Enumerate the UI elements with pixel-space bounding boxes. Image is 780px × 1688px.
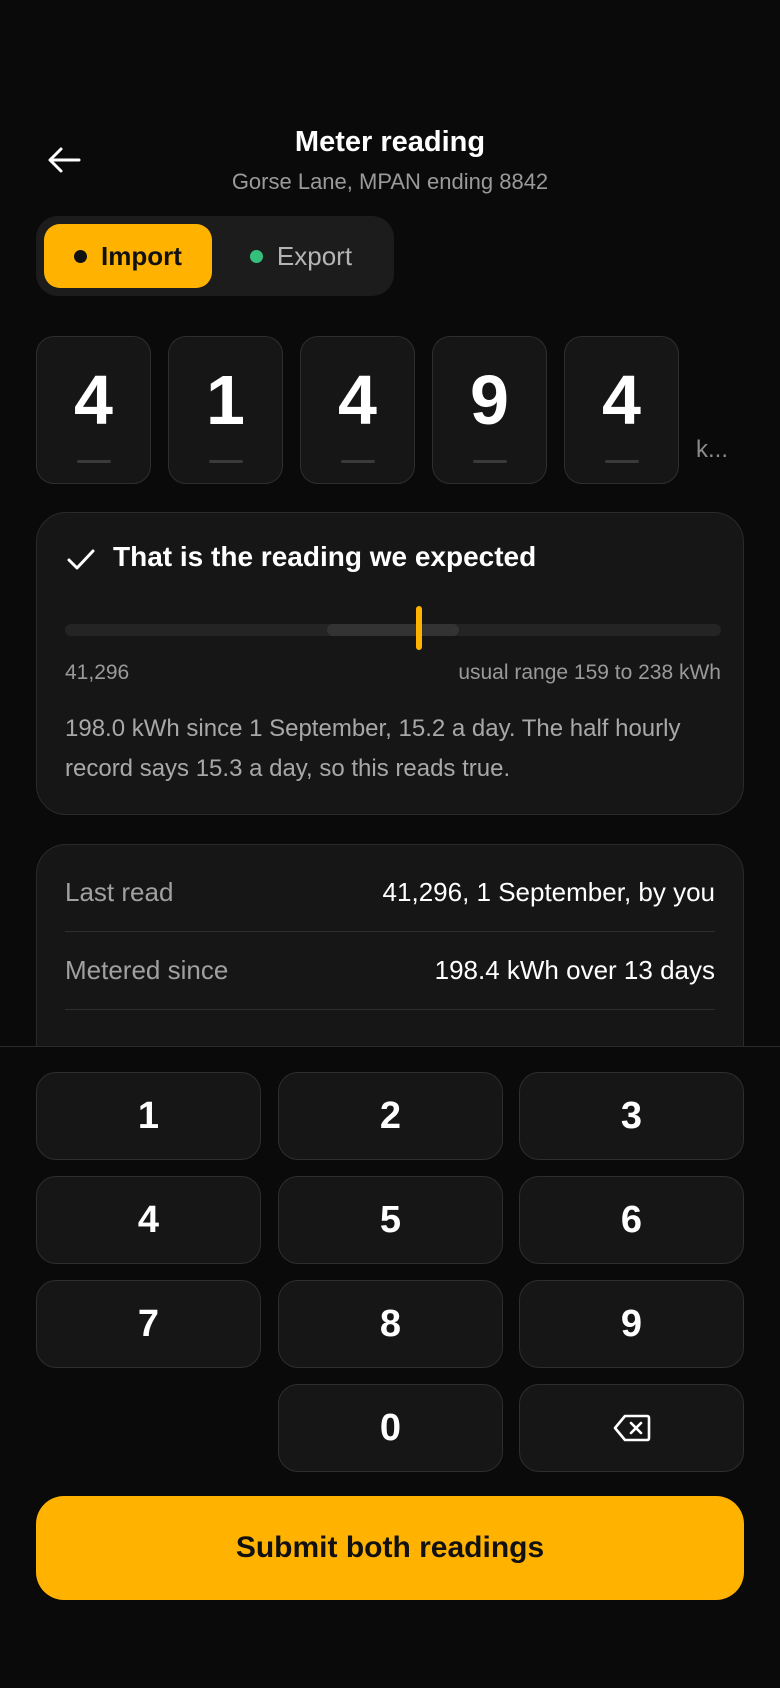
digit-underline [472,460,507,463]
key-0[interactable]: 0 [278,1384,503,1472]
key-9[interactable]: 9 [519,1280,744,1368]
digit-underline [340,460,375,463]
digit-value: 1 [206,361,245,439]
usual-range-band [327,624,459,636]
expected-reading-card: That is the reading we expected 41,296 u… [36,512,744,815]
export-dot-icon [249,249,263,263]
info-row-metered-since: Metered since 198.4 kWh over 13 days [65,932,715,1010]
digit-value: 9 [470,361,509,439]
unit-label: k... [696,436,729,463]
digit-box[interactable]: 1 [168,336,283,484]
reading-digits: 4 1 4 9 4 [36,336,679,484]
export-tab[interactable]: Export [216,224,386,288]
expected-description: 198.0 kWh since 1 September, 15.2 a day.… [65,715,681,782]
check-icon [67,549,95,570]
import-dot-icon [74,249,88,263]
page-title: Meter reading [294,126,486,158]
key-5[interactable]: 5 [278,1176,503,1264]
usual-range-text: usual range 159 to 238 kWh [458,661,721,684]
digit-box[interactable]: 4 [564,336,679,484]
export-tab-label: Export [276,240,353,271]
digit-value: 4 [74,361,113,439]
expected-title: That is the reading we expected [113,541,537,572]
info-row-last-read: Last read 41,296, 1 September, by you [65,854,715,932]
key-8[interactable]: 8 [278,1280,503,1368]
last-reading-value: 41,296 [65,661,130,684]
info-value: 198.4 kWh over 13 days [434,955,715,985]
key-7[interactable]: 7 [36,1280,261,1368]
backspace-icon [613,1414,650,1442]
digit-box[interactable]: 9 [432,336,547,484]
key-4[interactable]: 4 [36,1176,261,1264]
reading-marker [416,606,422,650]
import-tab[interactable]: Import [44,224,212,288]
backspace-key[interactable] [519,1384,744,1472]
digit-underline [76,460,111,463]
range-track [65,606,721,650]
submit-button[interactable]: Submit both readings [36,1496,744,1600]
page-subtitle: Gorse Lane, MPAN ending 8842 [231,169,549,194]
key-2[interactable]: 2 [278,1072,503,1160]
info-label: Metered since [65,955,229,985]
digit-value: 4 [602,361,641,439]
info-label: Last read [65,877,174,907]
key-6[interactable]: 6 [519,1176,744,1264]
digit-underline [208,460,243,463]
digit-underline [604,460,639,463]
digit-box[interactable]: 4 [300,336,415,484]
key-3[interactable]: 3 [519,1072,744,1160]
import-export-toggle: Import Export [36,216,394,296]
digit-box[interactable]: 4 [36,336,151,484]
digit-value: 4 [338,361,377,439]
info-value: 41,296, 1 September, by you [382,877,715,907]
import-tab-label: Import [101,240,182,271]
key-1[interactable]: 1 [36,1072,261,1160]
